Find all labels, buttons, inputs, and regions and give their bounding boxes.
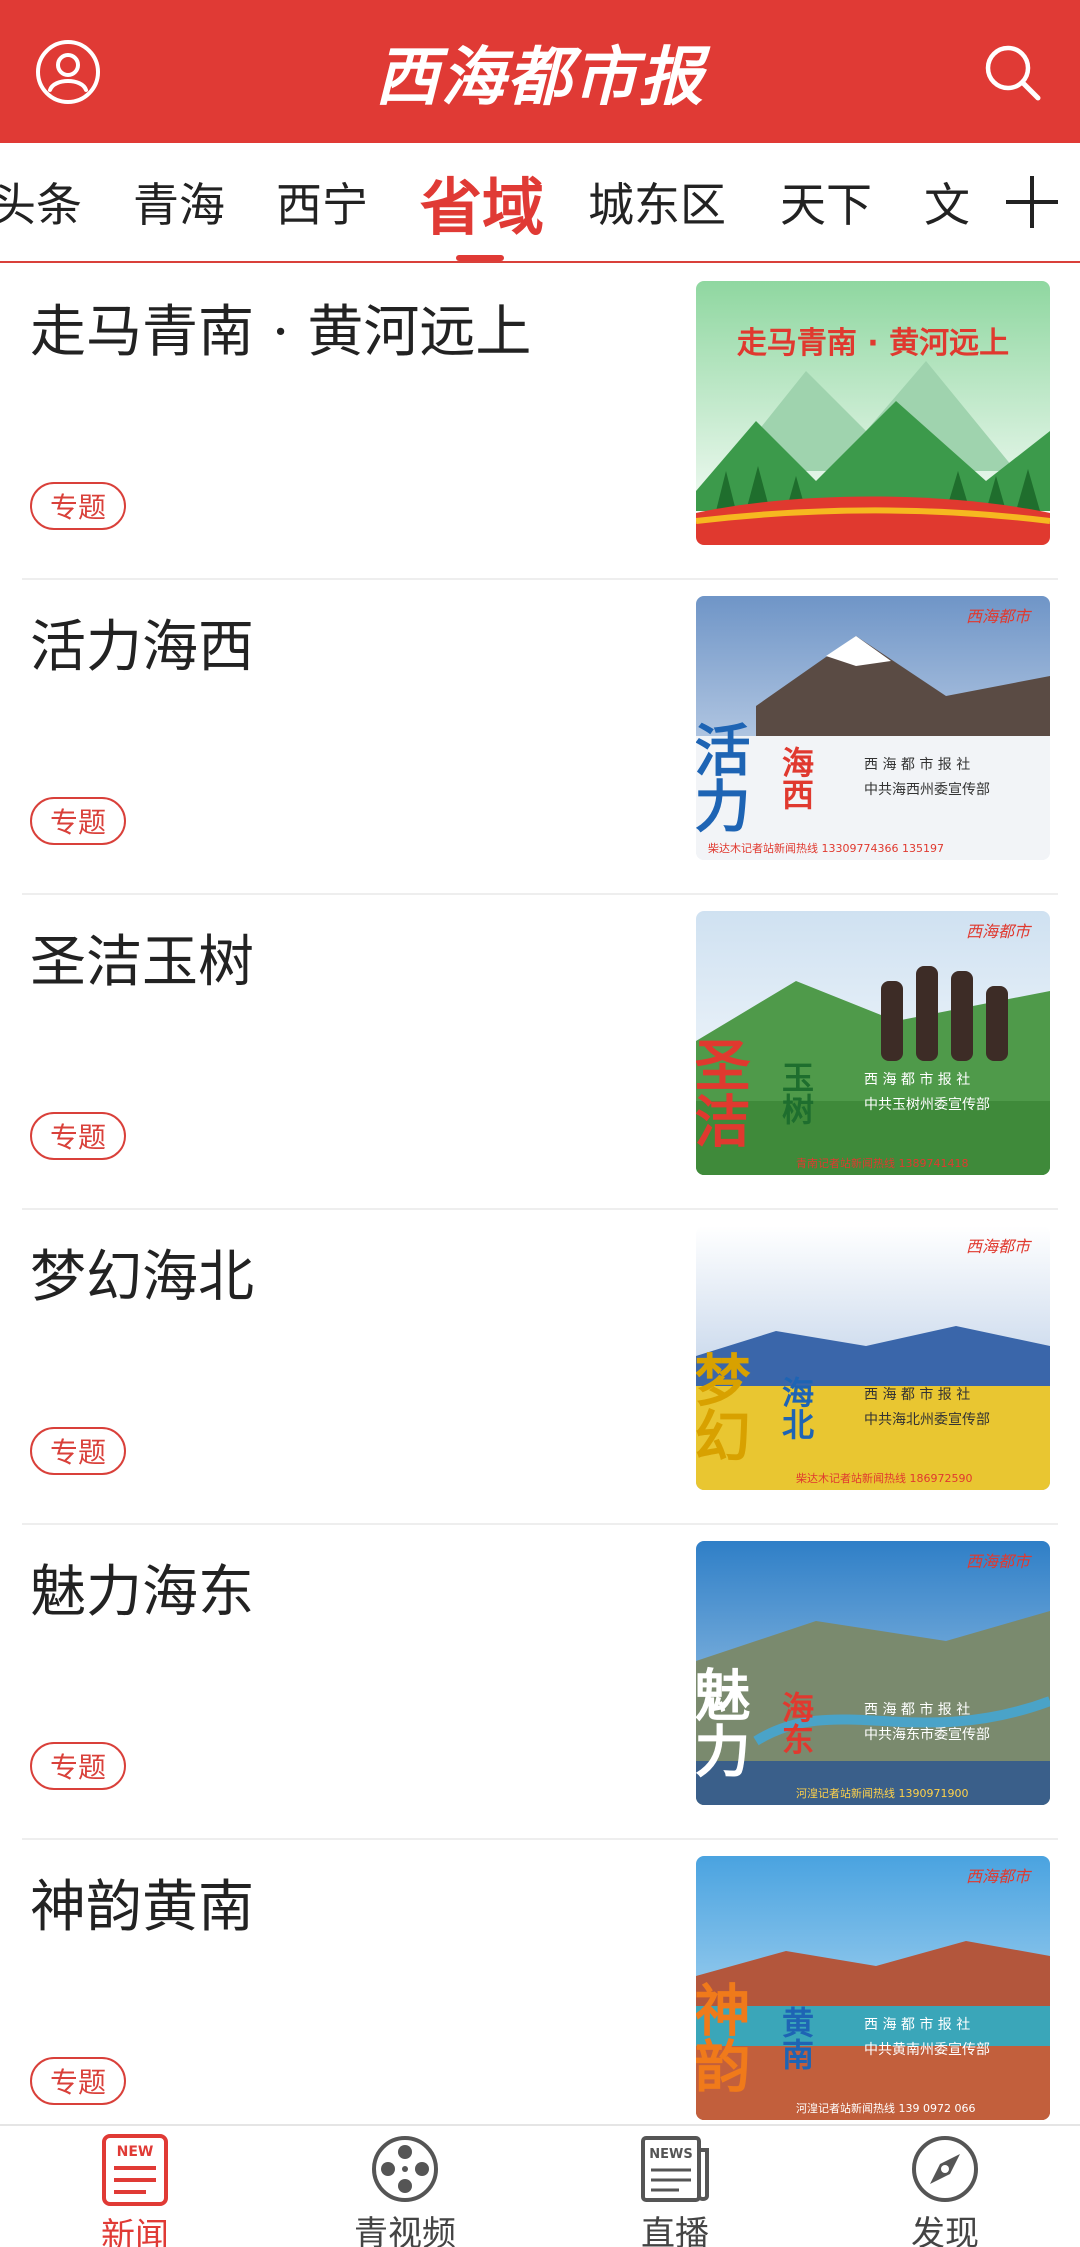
thumbnail-hotline-text: 柴达木记者站新闻热线 13309774366 135197 [708, 841, 944, 855]
newspaper-icon: NEWS [639, 2134, 711, 2204]
thumbnail-org-text: 中共海西州委宣传部 [864, 782, 990, 798]
app-logo: 西海都市报 [340, 28, 740, 116]
article-thumbnail: 梦幻 海北 西 海 都 市 报 社 中共海北州委宣传部 柴达木记者站新闻热线 1… [696, 1226, 1050, 1490]
nav-label: 新闻 [101, 2216, 169, 2247]
thumbnail-big-text: 圣洁 [696, 1036, 751, 1148]
list-item[interactable]: 圣洁玉树 专题 圣洁 玉树 西 海 都 市 报 社 中共玉树州委宣传部 青南记者… [0, 895, 1080, 1210]
thumbnail-big-text: 梦幻 [696, 1351, 751, 1463]
user-circle-icon[interactable] [32, 36, 104, 108]
list-item[interactable]: 神韵黄南 专题 神韵 黄南 西 海 都 市 报 社 中共黄南州委宣传部 河湟记者… [0, 1840, 1080, 2155]
bottom-navigation: NEW 新闻 青视频 NEWS 直播 发现 [0, 2124, 1080, 2247]
tab-culture[interactable]: 文 [924, 143, 970, 261]
tab-headlines[interactable]: 头条 [0, 143, 82, 261]
thumbnail-org-text: 西 海 都 市 报 社 [864, 756, 970, 773]
thumbnail-logo-text: 西海都市 [966, 1237, 1032, 1256]
compass-icon [909, 2134, 981, 2204]
thumbnail-org-text: 中共海北州委宣传部 [864, 1412, 990, 1428]
thumbnail-region-text: 海北 [777, 1376, 815, 1440]
thumbnail-logo-text: 西海都市 [966, 607, 1032, 626]
list-item[interactable]: 走马青南 · 黄河远上 专题 走马青南 · 黄河远上 [0, 265, 1080, 580]
nav-news[interactable]: NEW 新闻 [0, 2126, 270, 2247]
svg-text:NEW: NEW [117, 2144, 154, 2160]
thumbnail-org-text: 西 海 都 市 报 社 [864, 1071, 970, 1088]
nav-label: 发现 [911, 2214, 979, 2247]
article-title: 梦幻海北 [30, 1245, 254, 1310]
nav-label: 青视频 [354, 2214, 456, 2247]
tab-xining[interactable]: 西宁 [276, 143, 368, 261]
topic-badge: 专题 [30, 797, 126, 845]
thumbnail-big-text: 神韵 [696, 1981, 751, 2093]
thumbnail-org-text: 中共玉树州委宣传部 [864, 1097, 990, 1113]
article-title: 活力海西 [30, 615, 254, 680]
add-channel-button[interactable] [984, 143, 1080, 261]
tab-world[interactable]: 天下 [780, 143, 872, 261]
tab-provincial[interactable]: 省域 [420, 143, 544, 261]
nav-live[interactable]: NEWS 直播 [540, 2126, 810, 2247]
topic-badge: 专题 [30, 1427, 126, 1475]
article-title: 魅力海东 [30, 1560, 254, 1625]
tab-chengdong[interactable]: 城东区 [588, 143, 726, 261]
article-title: 圣洁玉树 [30, 930, 254, 995]
thumbnail-org-text: 西 海 都 市 报 社 [864, 1386, 970, 1403]
tab-qinghai[interactable]: 青海 [133, 143, 225, 261]
list-item[interactable]: 魅力海东 专题 魅力 海东 西 海 都 市 报 社 中共海东市委宣传部 河湟记者… [0, 1525, 1080, 1840]
article-thumbnail: 魅力 海东 西 海 都 市 报 社 中共海东市委宣传部 河湟记者站新闻热线 13… [696, 1541, 1050, 1805]
svg-text:NEWS: NEWS [649, 2147, 692, 2162]
topic-badge: 专题 [30, 1112, 126, 1160]
article-thumbnail: 神韵 黄南 西 海 都 市 报 社 中共黄南州委宣传部 河湟记者站新闻热线 13… [696, 1856, 1050, 2120]
article-thumbnail: 圣洁 玉树 西 海 都 市 报 社 中共玉树州委宣传部 青南记者站新闻热线 13… [696, 911, 1050, 1175]
active-tab-indicator [456, 255, 504, 261]
nav-video[interactable]: 青视频 [270, 2126, 540, 2247]
topic-badge: 专题 [30, 1742, 126, 1790]
channel-tabs: 头条 青海 西宁 省域 城东区 天下 文 [0, 143, 1080, 263]
thumbnail-org-text: 中共黄南州委宣传部 [864, 2041, 990, 2058]
thumbnail-title: 走马青南 · 黄河远上 [737, 326, 1009, 361]
thumbnail-hotline-text: 柴达木记者站新闻热线 186972590 [796, 1471, 972, 1485]
thumbnail-region-text: 海东 [777, 1691, 815, 1755]
article-title: 走马青南 · 黄河远上 [30, 300, 532, 365]
article-title: 神韵黄南 [30, 1875, 254, 1940]
thumbnail-big-text: 魅力 [696, 1666, 751, 1778]
thumbnail-region-text: 玉树 [777, 1061, 815, 1125]
list-item[interactable]: 梦幻海北 专题 梦幻 海北 西 海 都 市 报 社 中共海北州委宣传部 柴达木记… [0, 1210, 1080, 1525]
thumbnail-logo-text: 西海都市 [966, 1552, 1032, 1571]
thumbnail-logo-text: 西海都市 [966, 922, 1032, 941]
thumbnail-org-text: 西 海 都 市 报 社 [864, 1701, 970, 1718]
search-icon[interactable] [976, 36, 1048, 108]
thumbnail-hotline-text: 青南记者站新闻热线 1389741418 [796, 1156, 968, 1170]
logo-text: 西海都市报 [375, 40, 705, 115]
thumbnail-hotline-text: 河湟记者站新闻热线 1390971900 [796, 1786, 968, 1800]
thumbnail-region-text: 黄南 [777, 2006, 815, 2070]
topic-badge: 专题 [30, 2057, 126, 2105]
thumbnail-region-text: 海西 [777, 746, 815, 810]
thumbnail-org-text: 西 海 都 市 报 社 [864, 2016, 970, 2033]
thumbnail-org-text: 中共海东市委宣传部 [864, 1726, 990, 1743]
top-app-bar: 西海都市报 [0, 0, 1080, 143]
nav-discover[interactable]: 发现 [810, 2126, 1080, 2247]
list-item[interactable]: 活力海西 专题 活力 海西 西 海 都 市 报 社 中共海西州委宣传部 柴达木记… [0, 580, 1080, 895]
film-reel-icon [369, 2134, 441, 2204]
thumbnail-logo-text: 西海都市 [966, 1867, 1032, 1886]
topic-badge: 专题 [30, 482, 126, 530]
article-thumbnail: 走马青南 · 黄河远上 [696, 281, 1050, 545]
thumbnail-hotline-text: 河湟记者站新闻热线 139 0972 066 [796, 2101, 975, 2115]
thumbnail-big-text: 活力 [696, 721, 751, 833]
news-icon: NEW [99, 2134, 171, 2206]
plus-icon [1006, 176, 1058, 228]
nav-label: 直播 [641, 2214, 709, 2247]
article-thumbnail: 活力 海西 西 海 都 市 报 社 中共海西州委宣传部 柴达木记者站新闻热线 1… [696, 596, 1050, 860]
